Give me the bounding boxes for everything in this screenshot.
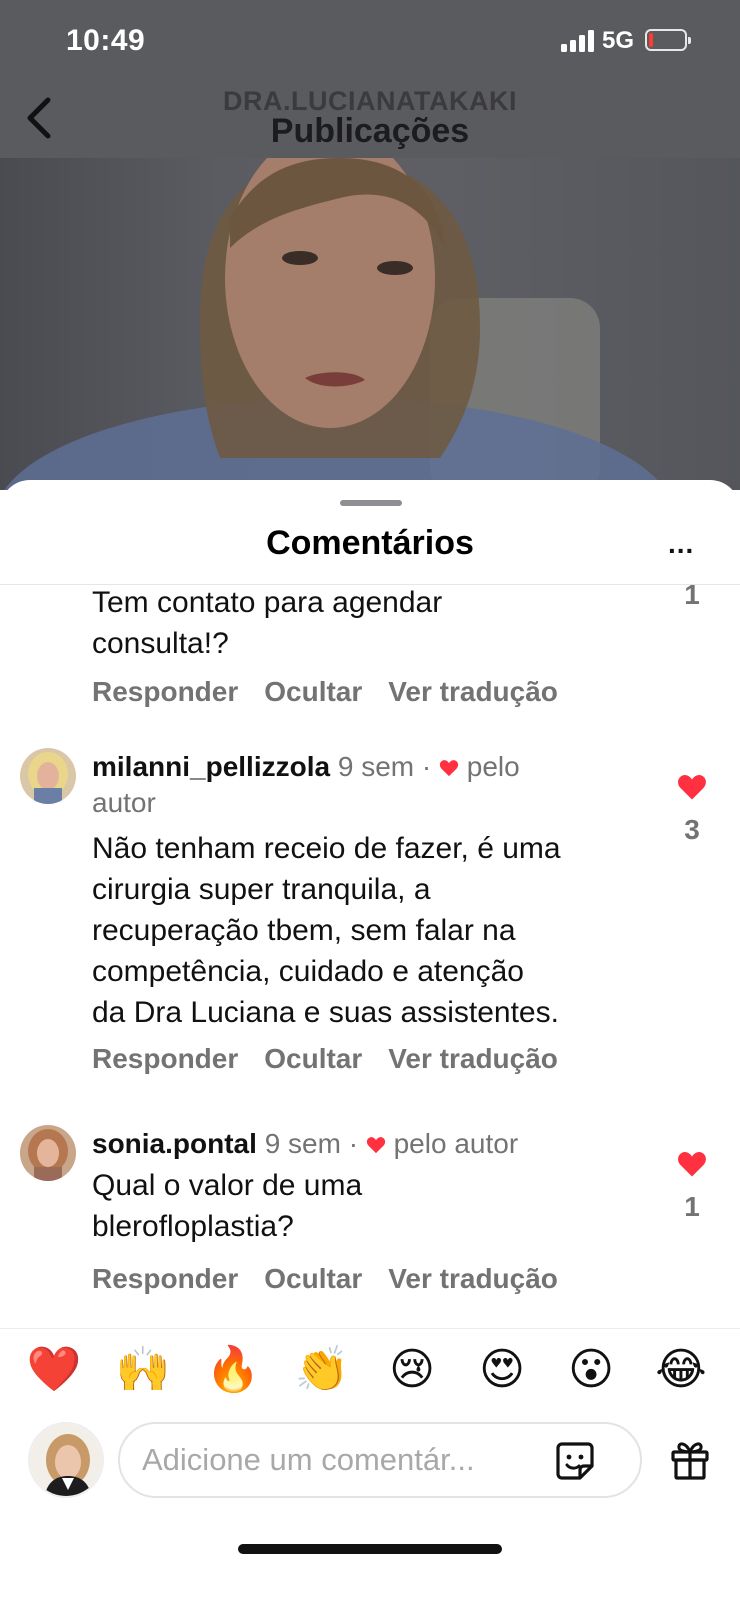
liked-by-author-label: pelo autor	[393, 1128, 519, 1159]
sheet-grabber[interactable]	[340, 500, 402, 506]
reaction-heart-eyes-button[interactable]: 😍	[474, 1342, 530, 1398]
hide-button[interactable]: Ocultar	[264, 1263, 362, 1294]
reaction-surprised-button[interactable]: 😮	[563, 1342, 619, 1398]
reply-button[interactable]: Responder	[92, 676, 238, 707]
reaction-heart-button[interactable]: ❤️	[26, 1342, 82, 1398]
heart-icon	[439, 760, 459, 777]
avatar[interactable]	[20, 1125, 76, 1181]
comment-like-count: 1	[684, 585, 700, 610]
hide-button[interactable]: Ocultar	[264, 1043, 362, 1074]
comment-composer: Adicione um comentár...	[0, 1420, 740, 1500]
home-indicator[interactable]	[238, 1544, 502, 1554]
comment-list[interactable]: 1 Tem contato para agendar consulta!? Re…	[0, 585, 740, 1330]
gift-icon[interactable]	[668, 1438, 712, 1480]
network-label: 5G	[602, 27, 635, 54]
heart-icon[interactable]	[677, 1150, 707, 1178]
reaction-fire-button[interactable]: 🔥	[205, 1342, 261, 1398]
comment-time: 9 sem	[337, 751, 415, 782]
comment-text: Qual o valor de uma blerofloplastia?	[92, 1169, 363, 1243]
comment-like[interactable]: 3	[670, 773, 714, 846]
comment-username[interactable]: milanni_pellizzola	[92, 751, 330, 782]
comment-actions: Responder Ocultar Ver tradução	[92, 1043, 584, 1075]
comment-input-placeholder[interactable]: Adicione um comentár...	[142, 1442, 475, 1478]
comment-like-count: 1	[684, 1191, 700, 1222]
comments-sheet: Comentários ... 1 Tem contato para agend…	[0, 480, 740, 1600]
divider	[0, 1328, 740, 1329]
comment-meta: sonia.pontal 9 sem · pelo autor	[92, 1128, 519, 1159]
status-time: 10:49	[66, 24, 146, 57]
reply-button[interactable]: Responder	[92, 1043, 238, 1074]
translate-button[interactable]: Ver tradução	[388, 1043, 558, 1074]
avatar[interactable]	[20, 748, 76, 804]
translate-button[interactable]: Ver tradução	[388, 676, 558, 707]
avatar	[28, 1422, 104, 1498]
quick-reactions: ❤️ 🙌 🔥 👏 😢 😍 😮 😂	[0, 1342, 740, 1402]
comment-input[interactable]: Adicione um comentár...	[118, 1422, 642, 1498]
comment-time: 9 sem	[264, 1128, 341, 1159]
comment-like-count: 3	[684, 814, 700, 845]
status-bar: 10:49 5G	[0, 0, 740, 84]
comment-text: Tem contato para agendar consulta!?	[92, 586, 443, 660]
hide-button[interactable]: Ocultar	[264, 676, 362, 707]
comment-meta: milanni_pellizzola 9 sem · pelo autor	[92, 751, 520, 818]
signal-icon	[561, 30, 595, 52]
heart-icon	[366, 1137, 385, 1154]
heart-icon[interactable]	[677, 773, 707, 801]
comment-actions: Responder Ocultar Ver tradução	[92, 676, 584, 708]
reaction-clap-button[interactable]: 👏	[294, 1342, 350, 1398]
more-icon[interactable]: ...	[668, 528, 694, 560]
reaction-cry-button[interactable]: 😢	[384, 1342, 440, 1398]
nav-bar: DRA.LUCIANATAKAKI Publicações	[0, 84, 740, 158]
reaction-raised-hands-button[interactable]: 🙌	[115, 1342, 171, 1398]
comment-username[interactable]: sonia.pontal	[92, 1128, 257, 1159]
comment-actions: Responder Ocultar Ver tradução	[92, 1263, 584, 1295]
reaction-laugh-button[interactable]: 😂	[653, 1342, 709, 1398]
comment-text: Não tenham receio de fazer, é uma cirurg…	[92, 832, 561, 1029]
background-post: 10:49 5G DRA.LUCIANATAKAKI Publicações	[0, 0, 740, 490]
reply-button[interactable]: Responder	[92, 1263, 238, 1294]
liked-by-author-label: pelo	[466, 751, 520, 782]
battery-icon	[645, 29, 691, 51]
sheet-title: Comentários	[266, 524, 474, 562]
translate-button[interactable]: Ver tradução	[388, 1263, 558, 1294]
page-title: Publicações	[270, 112, 470, 150]
sticker-icon[interactable]	[554, 1440, 596, 1482]
comment-like[interactable]: 1	[670, 1150, 714, 1223]
post-video-thumbnail	[0, 158, 740, 490]
